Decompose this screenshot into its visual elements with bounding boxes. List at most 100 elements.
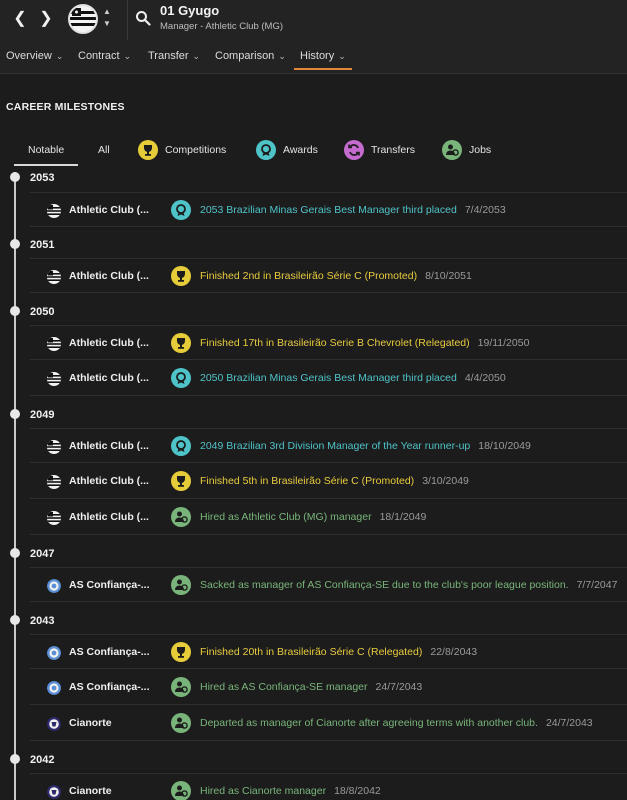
milestone-filters: Notable All Competitions Awards Transfer… xyxy=(14,136,614,166)
year-marker xyxy=(10,306,20,316)
club-name[interactable]: Cianorte xyxy=(69,785,112,797)
milestone-row[interactable]: Athletic Club (... 2050 Brazilian Minas … xyxy=(30,361,627,396)
medal-icon xyxy=(171,436,191,456)
search-icon[interactable] xyxy=(135,10,151,26)
tab-contract[interactable]: Contract ⌄ xyxy=(78,40,131,74)
milestone-date: 19/11/2050 xyxy=(477,337,530,349)
milestone-text: Finished 5th in Brasileirão Série C (Pro… xyxy=(200,475,469,487)
filter-label: Competitions xyxy=(165,144,227,156)
milestone-text: 2049 Brazilian 3rd Division Manager of t… xyxy=(200,440,531,452)
filter-label: Awards xyxy=(283,144,318,156)
milestone-row[interactable]: Athletic Club (... Finished 5th in Brasi… xyxy=(30,464,627,499)
switch-person-icon[interactable]: ▲ ▼ xyxy=(101,6,113,32)
club-crest-icon xyxy=(47,681,61,695)
tab-label: Transfer xyxy=(148,50,189,62)
club-name[interactable]: AS Confiança-... xyxy=(69,646,150,658)
club-name[interactable]: Athletic Club (... xyxy=(69,475,149,487)
forward-arrow-icon[interactable]: ❯ xyxy=(35,8,57,30)
milestone-row[interactable]: Cianorte Departed as manager of Cianorte… xyxy=(30,706,627,741)
filter-all[interactable]: All xyxy=(98,136,110,164)
title-bar: ❮ ❯ ▲ ▼ 01 Gyugo Manager - Athletic Club … xyxy=(0,0,627,40)
chevron-down-icon: ⌄ xyxy=(278,51,286,61)
manager-icon xyxy=(171,713,191,733)
club-name[interactable]: AS Confiança-... xyxy=(69,681,150,693)
milestone-row[interactable]: Cianorte Hired as Cianorte manager 18/8/2… xyxy=(30,773,627,800)
club-crest-icon xyxy=(47,717,61,731)
club-name[interactable]: Cianorte xyxy=(69,717,112,729)
person-role: Manager - Athletic Club (MG) xyxy=(160,21,284,32)
milestone-description: Sacked as manager of AS Confiança-SE due… xyxy=(200,579,569,591)
milestone-text: 2050 Brazilian Minas Gerais Best Manager… xyxy=(200,372,506,384)
timeline-line xyxy=(14,172,16,800)
tab-label: History xyxy=(300,50,335,62)
year-label: 2043 xyxy=(30,615,55,627)
tab-overview[interactable]: Overview ⌄ xyxy=(6,40,63,74)
club-crest-icon xyxy=(47,270,61,284)
club-name[interactable]: Athletic Club (... xyxy=(69,270,149,282)
milestone-row[interactable]: Athletic Club (... 2049 Brazilian 3rd Di… xyxy=(30,428,627,463)
year-label: 2051 xyxy=(30,239,55,251)
person-name[interactable]: 01 Gyugo xyxy=(160,3,219,18)
page-title: CAREER MILESTONES xyxy=(6,101,125,113)
milestone-description: Departed as manager of Cianorte after ag… xyxy=(200,717,538,729)
year-label: 2042 xyxy=(30,754,55,766)
milestone-date: 24/7/2043 xyxy=(375,681,423,693)
milestone-row[interactable]: AS Confiança-... Hired as AS Confiança-S… xyxy=(30,670,627,705)
club-name[interactable]: Athletic Club (... xyxy=(69,511,149,523)
chevron-down-icon: ⌄ xyxy=(338,51,346,61)
club-name[interactable]: Athletic Club (... xyxy=(69,337,149,349)
milestone-description: 2049 Brazilian 3rd Division Manager of t… xyxy=(200,440,471,452)
transfer-icon xyxy=(344,140,364,160)
milestone-description: Hired as AS Confiança-SE manager xyxy=(200,681,368,693)
filter-jobs[interactable]: Jobs xyxy=(442,136,491,164)
milestone-date: 7/7/2047 xyxy=(576,579,618,591)
manager-icon xyxy=(171,781,191,800)
club-name[interactable]: Athletic Club (... xyxy=(69,440,149,452)
milestone-row[interactable]: AS Confiança-... Sacked as manager of AS… xyxy=(30,567,627,602)
club-crest-icon xyxy=(47,440,61,454)
club-name[interactable]: AS Confiança-... xyxy=(69,579,150,591)
filter-transfers[interactable]: Transfers xyxy=(344,136,415,164)
filter-notable[interactable]: Notable xyxy=(14,136,79,166)
header-divider xyxy=(127,0,128,40)
manager-icon xyxy=(442,140,462,160)
filter-awards[interactable]: Awards xyxy=(256,136,318,164)
milestone-row[interactable]: Athletic Club (... Finished 17th in Bras… xyxy=(30,325,627,360)
club-crest-icon[interactable] xyxy=(68,4,98,34)
filter-competitions[interactable]: Competitions xyxy=(138,136,226,164)
milestone-row[interactable]: Athletic Club (... Hired as Athletic Clu… xyxy=(30,500,627,535)
tab-label: Comparison xyxy=(215,50,275,62)
year-label: 2047 xyxy=(30,548,55,560)
tab-transfer[interactable]: Transfer ⌄ xyxy=(148,40,200,74)
medal-icon xyxy=(256,140,276,160)
club-crest-icon xyxy=(47,511,61,525)
chevron-down-icon: ⌄ xyxy=(192,51,201,61)
club-name[interactable]: Athletic Club (... xyxy=(69,204,149,216)
club-name[interactable]: Athletic Club (... xyxy=(69,372,149,384)
filter-label: Notable xyxy=(28,144,65,156)
back-arrow-icon[interactable]: ❮ xyxy=(9,8,31,30)
milestone-row[interactable]: Athletic Club (... 2053 Brazilian Minas … xyxy=(30,192,627,227)
milestone-row[interactable]: Athletic Club (... Finished 2nd in Brasi… xyxy=(30,258,627,293)
milestone-date: 4/4/2050 xyxy=(464,372,506,384)
milestone-description: Finished 5th in Brasileirão Série C (Pro… xyxy=(200,475,415,487)
tab-comparison[interactable]: Comparison ⌄ xyxy=(215,40,286,74)
club-crest-icon xyxy=(47,204,61,218)
year-label: 2050 xyxy=(30,306,55,318)
trophy-icon xyxy=(171,642,191,662)
milestone-text: Finished 17th in Brasileirão Serie B Che… xyxy=(200,337,529,349)
tab-history[interactable]: History ⌄ xyxy=(294,40,352,74)
year-marker xyxy=(10,615,20,625)
trophy-icon xyxy=(171,333,191,353)
medal-icon xyxy=(171,368,191,388)
filter-label: Jobs xyxy=(469,144,492,156)
manager-icon xyxy=(171,575,191,595)
trophy-icon xyxy=(138,140,158,160)
club-crest-icon xyxy=(47,646,61,660)
chevron-down-icon: ⌄ xyxy=(123,51,132,61)
milestone-date: 3/10/2049 xyxy=(422,475,469,487)
milestone-date: 18/8/2042 xyxy=(334,785,381,797)
milestone-text: Finished 2nd in Brasileirão Série C (Pro… xyxy=(200,270,472,282)
milestone-date: 18/10/2049 xyxy=(478,440,531,452)
milestone-row[interactable]: AS Confiança-... Finished 20th in Brasil… xyxy=(30,634,627,669)
